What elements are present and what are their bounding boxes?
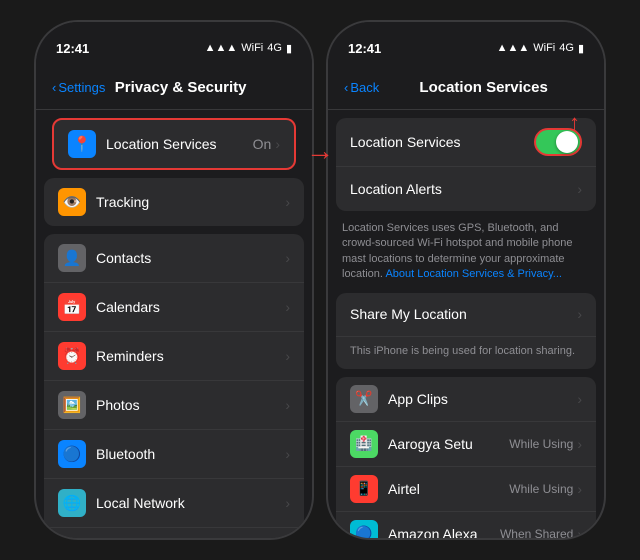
aarogya-value: While Using: [509, 437, 573, 451]
bluetooth-label: Bluetooth: [96, 446, 285, 462]
alerts-chevron: ›: [577, 181, 582, 197]
location-description: Location Services uses GPS, Bluetooth, a…: [328, 215, 604, 293]
battery-icon: 4G: [267, 42, 282, 54]
signal-icon-r: ▲▲▲: [497, 42, 530, 54]
share-chevron: ›: [577, 306, 582, 322]
location-toggle-row[interactable]: Location Services: [336, 118, 596, 167]
calendars-chevron: ›: [285, 299, 290, 315]
reminders-chevron: ›: [285, 348, 290, 364]
contacts-chevron: ›: [285, 250, 290, 266]
aarogya-label: Aarogya Setu: [388, 436, 509, 452]
share-location-label: Share My Location: [350, 306, 577, 322]
description-link[interactable]: About Location Services & Privacy...: [385, 268, 562, 280]
local-network-icon: 🌐: [58, 489, 86, 517]
airtel-chevron: ›: [577, 481, 582, 497]
alexa-chevron: ›: [577, 526, 582, 538]
battery-icon-r: ▮: [578, 42, 584, 55]
location-toggle-group: Location Services Location Alerts ›: [336, 118, 596, 211]
location-toggle-label: Location Services: [350, 134, 534, 150]
tracking-label: Tracking: [96, 194, 285, 210]
bluetooth-icon: 🔵: [58, 440, 86, 468]
4g-icon-r: 4G: [559, 42, 574, 54]
location-chevron-icon: ›: [275, 136, 280, 152]
page-title-privacy: Privacy & Security: [65, 79, 296, 96]
status-bar-right: 12:41 ▲▲▲ WiFi 4G ▮: [328, 22, 604, 66]
reminders-row[interactable]: ⏰ Reminders ›: [44, 332, 304, 381]
page-title-location: Location Services: [379, 79, 588, 96]
aarogya-chevron: ›: [577, 436, 582, 452]
location-services-value: On: [253, 136, 272, 152]
annotation-arrow-left: →: [306, 135, 334, 167]
time-left: 12:41: [56, 41, 89, 56]
nav-bar-left: ‹ Settings Privacy & Security: [36, 66, 312, 110]
contacts-icon: 👤: [58, 244, 86, 272]
photos-row[interactable]: 🖼️ Photos ›: [44, 381, 304, 430]
airtel-row[interactable]: 📱 Airtel While Using ›: [336, 467, 596, 512]
wifi-icon: WiFi: [241, 42, 263, 54]
battery-level: ▮: [286, 42, 292, 55]
photos-icon: 🖼️: [58, 391, 86, 419]
location-alerts-row[interactable]: Location Alerts ›: [336, 167, 596, 211]
tracking-icon: 👁️: [58, 188, 86, 216]
airtel-label: Airtel: [388, 481, 509, 497]
location-scroll-content[interactable]: Location Services Location Alerts › ↑: [328, 110, 604, 538]
app-clips-chevron: ›: [577, 391, 582, 407]
location-icon: 📍: [68, 130, 96, 158]
airtel-value: While Using: [509, 482, 573, 496]
contacts-label: Contacts: [96, 250, 285, 266]
share-location-sublabel: This iPhone is being used for location s…: [336, 337, 596, 369]
app-clips-icon: ✂️: [350, 385, 378, 413]
local-network-row[interactable]: 🌐 Local Network ›: [44, 479, 304, 528]
phone-location-services: 12:41 ▲▲▲ WiFi 4G ▮ ‹ Back Location Serv…: [326, 20, 606, 540]
status-bar-left: 12:41 ▲▲▲ WiFi 4G ▮: [36, 22, 312, 66]
alexa-icon: 🔵: [350, 520, 378, 538]
photos-chevron: ›: [285, 397, 290, 413]
location-services-section: 📍 Location Services On ›: [44, 118, 304, 170]
nearby-interactions-row[interactable]: 📡 Nearby Interactions ›: [44, 528, 304, 538]
back-chevron-r: ‹: [344, 80, 348, 95]
apps-group: ✂️ App Clips › 🏥 Aarogya Setu While Usin…: [336, 377, 596, 538]
nav-bar-right: ‹ Back Location Services: [328, 66, 604, 110]
back-button-back[interactable]: ‹ Back: [344, 80, 379, 95]
signal-icon: ▲▲▲: [205, 42, 238, 54]
phone-privacy-security: 12:41 ▲▲▲ WiFi 4G ▮ ‹ Settings Privacy &…: [34, 20, 314, 540]
alexa-row[interactable]: 🔵 Amazon Alexa When Shared ›: [336, 512, 596, 538]
privacy-items-group: 👤 Contacts › 📅 Calendars › ⏰ Reminders ›: [44, 234, 304, 538]
time-right: 12:41: [348, 41, 381, 56]
app-clips-row[interactable]: ✂️ App Clips ›: [336, 377, 596, 422]
tracking-section: 👁️ Tracking ›: [44, 178, 304, 226]
privacy-scroll-content[interactable]: 📍 Location Services On › 👁️: [36, 110, 312, 538]
status-icons-right: ▲▲▲ WiFi 4G ▮: [497, 42, 584, 55]
calendars-label: Calendars: [96, 299, 285, 315]
app-clips-label: App Clips: [388, 391, 577, 407]
wifi-icon-r: WiFi: [533, 42, 555, 54]
share-location-row[interactable]: Share My Location ›: [336, 293, 596, 337]
status-icons-left: ▲▲▲ WiFi 4G ▮: [205, 42, 292, 55]
annotation-arrow-right: ↑: [569, 110, 580, 136]
back-chevron-icon: ‹: [52, 80, 56, 95]
photos-label: Photos: [96, 397, 285, 413]
airtel-icon: 📱: [350, 475, 378, 503]
location-alerts-label: Location Alerts: [350, 181, 577, 197]
bluetooth-row[interactable]: 🔵 Bluetooth ›: [44, 430, 304, 479]
reminders-icon: ⏰: [58, 342, 86, 370]
bluetooth-chevron: ›: [285, 446, 290, 462]
location-toggle-section: Location Services Location Alerts › ↑: [336, 118, 596, 211]
share-location-group: Share My Location › This iPhone is being…: [336, 293, 596, 369]
reminders-label: Reminders: [96, 348, 285, 364]
back-label-back: Back: [350, 80, 379, 95]
contacts-row[interactable]: 👤 Contacts ›: [44, 234, 304, 283]
alexa-value: When Shared: [500, 527, 573, 538]
aarogya-row[interactable]: 🏥 Aarogya Setu While Using ›: [336, 422, 596, 467]
aarogya-icon: 🏥: [350, 430, 378, 458]
tracking-row[interactable]: 👁️ Tracking ›: [44, 178, 304, 226]
calendars-icon: 📅: [58, 293, 86, 321]
local-network-label: Local Network: [96, 495, 285, 511]
tracking-chevron-icon: ›: [285, 194, 290, 210]
alexa-label: Amazon Alexa: [388, 526, 500, 538]
location-services-label: Location Services: [106, 136, 253, 152]
local-network-chevron: ›: [285, 495, 290, 511]
location-services-row[interactable]: 📍 Location Services On ›: [52, 118, 296, 170]
calendars-row[interactable]: 📅 Calendars ›: [44, 283, 304, 332]
